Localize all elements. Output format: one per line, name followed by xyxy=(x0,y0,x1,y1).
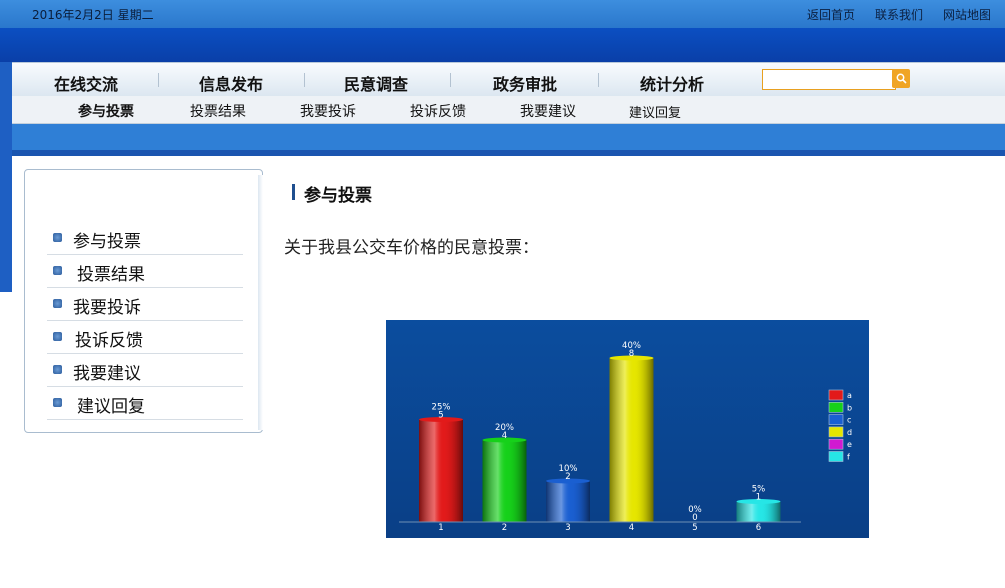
nav-divider xyxy=(158,73,159,87)
bullet-icon xyxy=(53,233,62,242)
top-bar: 2016年2月2日 星期二 返回首页 联系我们 网站地图 xyxy=(0,0,1005,28)
nav-divider xyxy=(450,73,451,87)
sidebar-item-label: 参与投票 xyxy=(73,232,141,252)
sidebar-item-label: 我要投诉 xyxy=(73,298,141,318)
legend-label: f xyxy=(847,453,850,462)
bullet-icon xyxy=(53,332,62,341)
vote-question: 关于我县公交车价格的民意投票： xyxy=(284,238,539,258)
search-button[interactable] xyxy=(892,69,910,88)
banner xyxy=(0,28,1005,62)
sitemap-link[interactable]: 网站地图 xyxy=(943,6,991,23)
page-title: 参与投票 xyxy=(304,186,372,206)
sub-nav: 参与投票 投票结果 我要投诉 投诉反馈 我要建议 建议回复 xyxy=(12,96,1005,124)
nav-item-online[interactable]: 在线交流 xyxy=(54,71,118,95)
legend-label: b xyxy=(847,403,852,412)
chart-bar-shading xyxy=(419,419,463,522)
chart-bar-shading xyxy=(482,440,527,522)
x-tick-label: 5 xyxy=(692,523,697,533)
legend-label: d xyxy=(847,428,852,437)
subnav-item-suggest[interactable]: 我要建议 xyxy=(520,101,576,121)
title-marker xyxy=(292,184,295,200)
legend-swatch xyxy=(828,389,844,401)
sidebar-item-label: 投票结果 xyxy=(77,265,145,285)
nav-divider xyxy=(598,73,599,87)
legend-swatch xyxy=(828,426,844,438)
bullet-icon xyxy=(53,299,62,308)
x-tick-label: 6 xyxy=(756,523,761,533)
home-link[interactable]: 返回首页 xyxy=(807,6,855,23)
nav-divider xyxy=(304,73,305,87)
x-tick-label: 1 xyxy=(438,523,443,533)
bar-value-label: 2 xyxy=(565,472,570,482)
chart-bar-shading xyxy=(546,481,590,522)
background-strip xyxy=(0,62,12,292)
sidebar-item-complain[interactable]: 我要投诉 xyxy=(47,288,243,321)
sidebar-item-label: 投诉反馈 xyxy=(75,331,143,351)
x-tick-label: 2 xyxy=(502,523,507,533)
legend-swatch xyxy=(828,438,844,450)
x-tick-label: 4 xyxy=(629,523,634,533)
nav-item-info[interactable]: 信息发布 xyxy=(199,71,263,95)
bullet-icon xyxy=(53,266,62,275)
bullet-icon xyxy=(53,398,62,407)
bar-value-label: 8 xyxy=(629,349,634,359)
bar-value-label: 1 xyxy=(756,493,761,503)
sidebar-item-suggest[interactable]: 我要建议 xyxy=(47,354,243,387)
nav-item-survey[interactable]: 民意调查 xyxy=(344,71,408,95)
bar-value-label: 4 xyxy=(502,431,507,441)
sidebar-item-label: 我要建议 xyxy=(73,364,141,384)
sidebar-shadow xyxy=(258,175,263,430)
nav-item-stats[interactable]: 统计分析 xyxy=(640,71,704,95)
sidebar-item-label: 建议回复 xyxy=(77,397,145,417)
bullet-icon xyxy=(53,365,62,374)
legend-swatch xyxy=(828,414,844,425)
subnav-item-vote[interactable]: 参与投票 xyxy=(78,101,134,121)
top-links: 返回首页 联系我们 网站地图 xyxy=(807,6,991,23)
subnav-item-results[interactable]: 投票结果 xyxy=(190,101,246,121)
bar-value-label: 5 xyxy=(438,411,443,421)
sidebar: 参与投票 投票结果 我要投诉 投诉反馈 我要建议 建议回复 xyxy=(24,169,263,433)
legend-label: a xyxy=(847,391,852,400)
sidebar-item-feedback[interactable]: 投诉反馈 xyxy=(47,321,243,354)
sidebar-item-vote[interactable]: 参与投票 xyxy=(47,222,243,255)
nav-item-approval[interactable]: 政务审批 xyxy=(493,71,557,95)
blue-strip xyxy=(12,124,1005,150)
date-label: 2016年2月2日 星期二 xyxy=(32,8,154,22)
legend-label: e xyxy=(847,440,852,449)
legend-swatch xyxy=(828,451,844,462)
subnav-item-feedback[interactable]: 投诉反馈 xyxy=(410,101,466,121)
contact-link[interactable]: 联系我们 xyxy=(875,6,923,23)
chart-bar-shading xyxy=(736,501,781,522)
sidebar-item-reply[interactable]: 建议回复 xyxy=(47,387,243,420)
legend-label: c xyxy=(847,416,851,425)
search-icon xyxy=(896,73,907,84)
main-nav: 在线交流 信息发布 民意调查 政务审批 统计分析 xyxy=(12,62,1005,97)
subnav-item-reply[interactable]: 建议回复 xyxy=(629,102,681,121)
chart-bar-shading xyxy=(609,358,654,522)
search-input[interactable] xyxy=(762,69,896,90)
x-tick-label: 3 xyxy=(565,523,570,533)
vote-result-chart: 25%5120%4210%2340%840%055%16 abcdef xyxy=(386,320,869,538)
sidebar-item-results[interactable]: 投票结果 xyxy=(47,255,243,288)
subnav-item-complain[interactable]: 我要投诉 xyxy=(300,101,356,121)
dark-strip xyxy=(12,150,1005,156)
legend-swatch xyxy=(828,402,844,413)
